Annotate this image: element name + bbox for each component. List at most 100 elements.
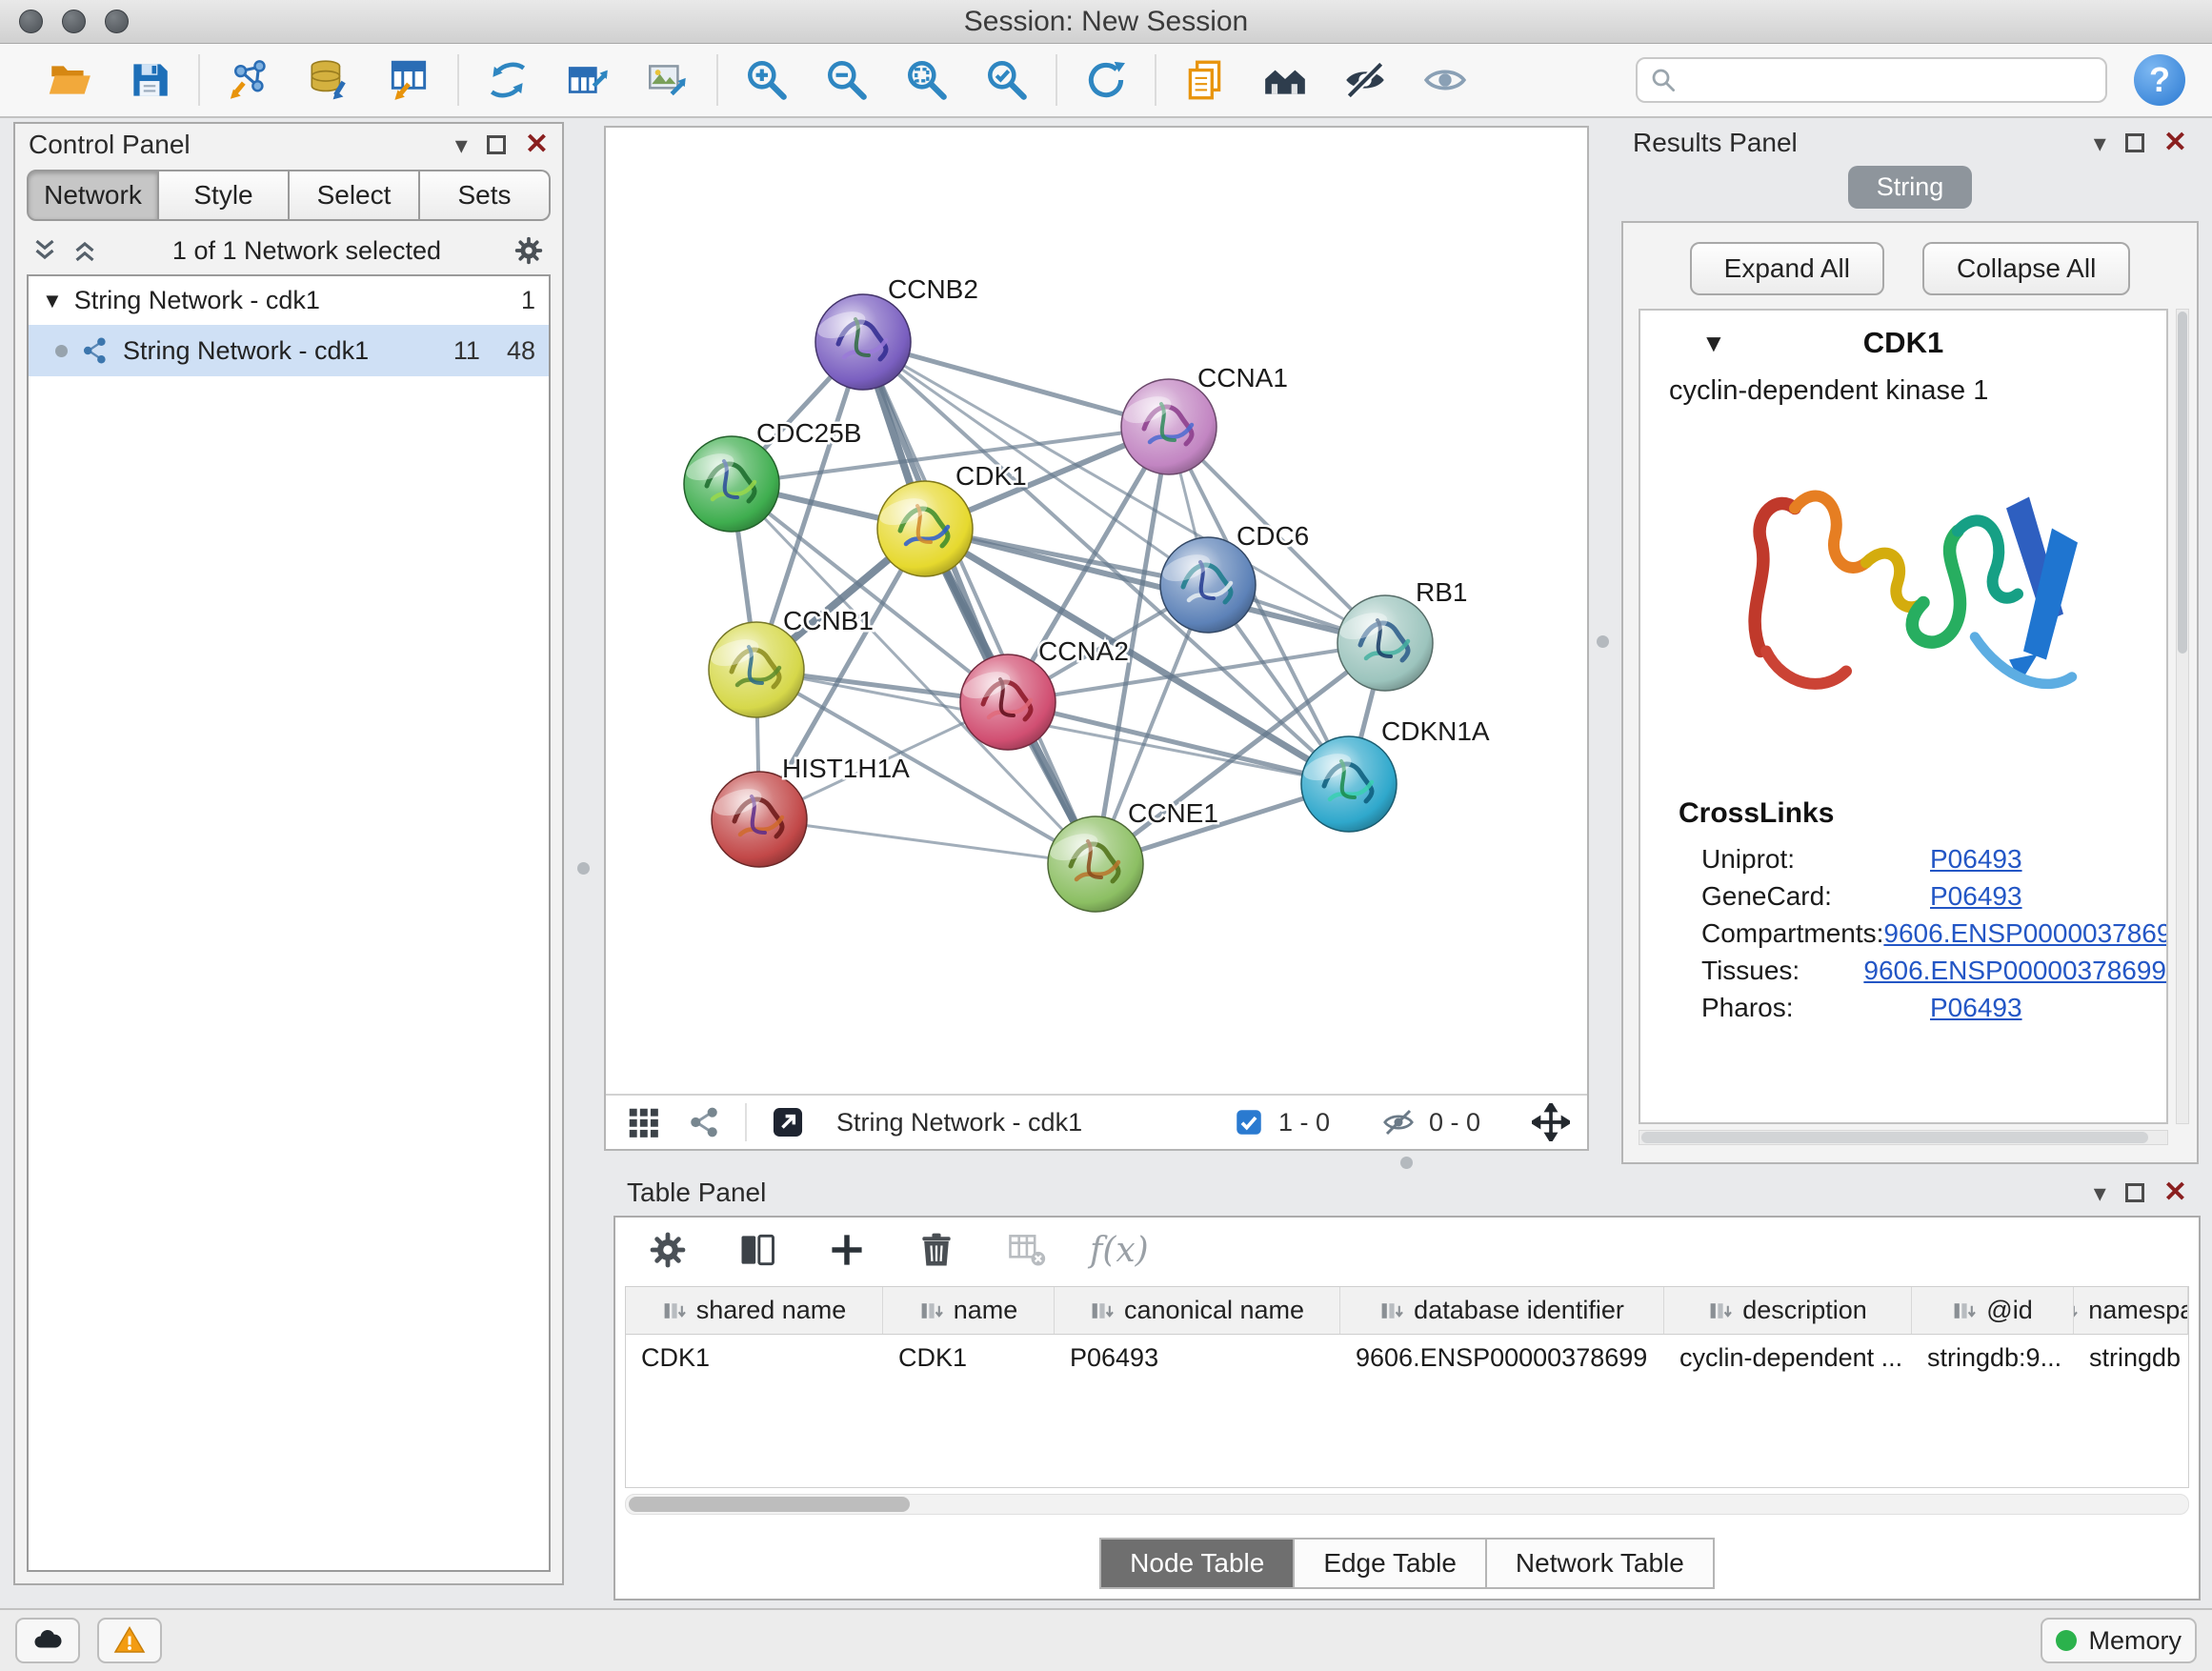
minimize-window-button[interactable] bbox=[62, 10, 86, 33]
zoom-fit-button[interactable] bbox=[901, 54, 953, 106]
column-header[interactable]: database identifier bbox=[1340, 1287, 1664, 1334]
network-item-row[interactable]: String Network - cdk1 11 48 bbox=[29, 325, 549, 376]
save-session-button[interactable] bbox=[124, 54, 175, 106]
create-column-button[interactable] bbox=[821, 1224, 873, 1276]
zoom-out-button[interactable] bbox=[821, 54, 873, 106]
float-panel-button[interactable]: ▾ bbox=[2094, 131, 2106, 155]
navigator-button[interactable] bbox=[1259, 54, 1311, 106]
splitter-handle[interactable] bbox=[1597, 635, 1609, 648]
collapse-all-icon[interactable] bbox=[29, 234, 61, 267]
close-window-button[interactable] bbox=[19, 10, 43, 33]
collapse-all-button[interactable]: Collapse All bbox=[1922, 242, 2130, 295]
zoom-in-button[interactable] bbox=[741, 54, 793, 106]
network-node-hist1h1a[interactable] bbox=[711, 772, 807, 867]
import-table-from-file-button[interactable] bbox=[383, 54, 434, 106]
crosslink-link[interactable]: P06493 bbox=[1930, 881, 2022, 912]
maximize-panel-button[interactable] bbox=[2125, 133, 2144, 152]
column-header[interactable]: @id bbox=[1912, 1287, 2074, 1334]
expand-all-icon[interactable] bbox=[69, 234, 101, 267]
tab-select[interactable]: Select bbox=[290, 170, 420, 221]
table-row[interactable]: CDK1 CDK1 P06493 9606.ENSP00000378699 cy… bbox=[626, 1335, 2188, 1381]
show-columns-button[interactable] bbox=[732, 1224, 783, 1276]
function-builder-button[interactable]: f(x) bbox=[1090, 1231, 1149, 1270]
close-panel-button[interactable]: ✕ bbox=[2163, 129, 2187, 157]
hide-selected-button[interactable] bbox=[1339, 54, 1391, 106]
network-node-ccne1[interactable] bbox=[1047, 816, 1143, 912]
network-node-cdc25b[interactable] bbox=[683, 436, 779, 532]
string-network-button[interactable] bbox=[684, 1102, 724, 1142]
network-node-cdk1[interactable] bbox=[876, 481, 973, 576]
column-header[interactable]: name bbox=[883, 1287, 1055, 1334]
grid-view-button[interactable] bbox=[623, 1102, 663, 1142]
show-all-button[interactable] bbox=[1419, 54, 1471, 106]
zoom-selected-button[interactable] bbox=[981, 54, 1033, 106]
tab-style[interactable]: Style bbox=[159, 170, 290, 221]
tab-node-table[interactable]: Node Table bbox=[1099, 1538, 1295, 1589]
apply-layout-button[interactable] bbox=[1080, 54, 1132, 106]
network-node-cdkn1a[interactable] bbox=[1300, 736, 1397, 832]
maximize-panel-button[interactable] bbox=[2125, 1183, 2144, 1202]
crosslink-link[interactable]: 9606.ENSP00000378699 bbox=[1863, 956, 2166, 986]
network-edge[interactable] bbox=[863, 342, 1096, 864]
help-button[interactable]: ? bbox=[2134, 54, 2185, 106]
network-node-ccnb2[interactable] bbox=[814, 294, 911, 390]
clear-table-button[interactable] bbox=[1000, 1224, 1052, 1276]
tab-edge-table[interactable]: Edge Table bbox=[1295, 1538, 1487, 1589]
column-header[interactable]: shared name bbox=[626, 1287, 883, 1334]
open-external-button[interactable] bbox=[768, 1102, 808, 1142]
gene-collapse-caret-icon[interactable]: ▼ bbox=[1701, 329, 1726, 358]
float-panel-button[interactable]: ▾ bbox=[2094, 1180, 2106, 1205]
close-panel-button[interactable]: ✕ bbox=[525, 131, 549, 159]
crosslink-link[interactable]: P06493 bbox=[1930, 844, 2022, 875]
network-canvas[interactable]: CCNB2CCNA1CDC25BCDK1CDC6RB1CCNB1CCNA2CDK… bbox=[606, 128, 1587, 1092]
table-cell[interactable]: CDK1 bbox=[883, 1335, 1055, 1381]
float-panel-button[interactable]: ▾ bbox=[455, 132, 468, 157]
search-input[interactable] bbox=[1685, 66, 2094, 95]
column-header[interactable]: namespac bbox=[2074, 1287, 2188, 1334]
table-cell[interactable]: P06493 bbox=[1055, 1335, 1340, 1381]
tree-caret-icon[interactable]: ▼ bbox=[42, 289, 63, 313]
table-cell[interactable]: cyclin-dependent ... bbox=[1664, 1335, 1912, 1381]
splitter-handle[interactable] bbox=[1400, 1157, 1413, 1169]
export-network-button[interactable] bbox=[562, 54, 613, 106]
delete-column-button[interactable] bbox=[911, 1224, 962, 1276]
network-node-rb1[interactable] bbox=[1337, 595, 1433, 691]
expand-all-button[interactable]: Expand All bbox=[1690, 242, 1884, 295]
table-settings-button[interactable] bbox=[642, 1224, 694, 1276]
tab-sets[interactable]: Sets bbox=[420, 170, 551, 221]
column-header[interactable]: canonical name bbox=[1055, 1287, 1340, 1334]
table-cell[interactable]: CDK1 bbox=[626, 1335, 883, 1381]
network-node-ccna2[interactable] bbox=[959, 654, 1056, 750]
table-cell[interactable]: 9606.ENSP00000378699 bbox=[1340, 1335, 1664, 1381]
network-collection-row[interactable]: ▼ String Network - cdk1 1 bbox=[29, 276, 549, 325]
warnings-button[interactable] bbox=[97, 1618, 162, 1663]
tab-network-table[interactable]: Network Table bbox=[1487, 1538, 1715, 1589]
table-cell[interactable]: stringdb bbox=[2074, 1335, 2188, 1381]
network-edge[interactable] bbox=[759, 819, 1096, 864]
cloud-status-button[interactable] bbox=[15, 1618, 80, 1663]
zoom-window-button[interactable] bbox=[105, 10, 129, 33]
tab-network[interactable]: Network bbox=[27, 170, 159, 221]
splitter-handle[interactable] bbox=[577, 862, 590, 875]
network-edge[interactable] bbox=[925, 529, 1385, 643]
network-node-ccnb1[interactable] bbox=[708, 622, 804, 717]
table-cell[interactable]: stringdb:9... bbox=[1912, 1335, 2074, 1381]
table-horizontal-scrollbar[interactable] bbox=[625, 1494, 2189, 1515]
network-node-ccna1[interactable] bbox=[1120, 379, 1217, 474]
memory-button[interactable]: Memory bbox=[2041, 1618, 2197, 1663]
selected-checkbox-icon[interactable] bbox=[1233, 1106, 1265, 1138]
import-network-from-database-button[interactable] bbox=[303, 54, 354, 106]
hidden-eye-slash-icon[interactable] bbox=[1381, 1105, 1416, 1139]
maximize-panel-button[interactable] bbox=[487, 135, 506, 154]
crosslink-link[interactable]: P06493 bbox=[1930, 993, 2022, 1023]
network-node-cdc6[interactable] bbox=[1159, 537, 1256, 633]
open-session-button[interactable] bbox=[44, 54, 95, 106]
results-vertical-scrollbar[interactable] bbox=[2176, 309, 2189, 1124]
import-network-from-file-button[interactable] bbox=[223, 54, 274, 106]
close-panel-button[interactable]: ✕ bbox=[2163, 1178, 2187, 1207]
export-image-button[interactable] bbox=[642, 54, 694, 106]
network-options-gear-icon[interactable] bbox=[513, 234, 545, 267]
new-network-from-selection-button[interactable] bbox=[482, 54, 533, 106]
pan-crosshair-icon[interactable] bbox=[1532, 1103, 1570, 1141]
copy-button[interactable] bbox=[1179, 54, 1231, 106]
